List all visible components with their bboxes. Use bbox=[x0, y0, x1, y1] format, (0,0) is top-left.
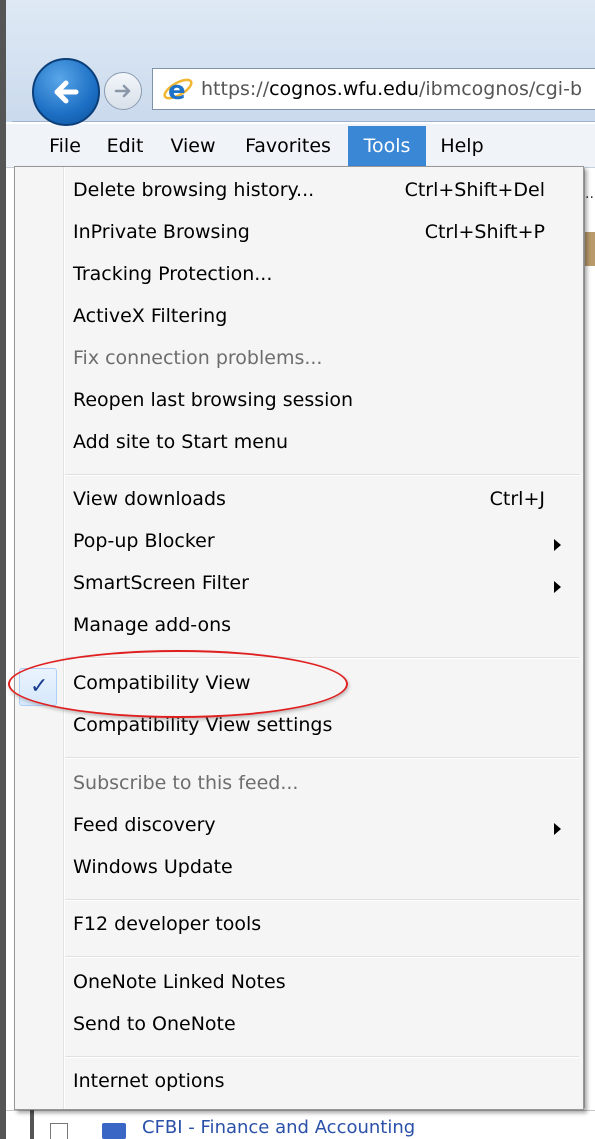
menu-item-label: Manage add-ons bbox=[73, 614, 232, 636]
page-background-strip: ... bbox=[584, 168, 595, 1108]
ellipsis-text: ... bbox=[585, 186, 595, 202]
menu-item-label: ActiveX Filtering bbox=[73, 305, 228, 327]
menubar-help[interactable]: Help bbox=[434, 126, 490, 166]
folder-link[interactable]: CFBI - Finance and Accounting bbox=[142, 1117, 415, 1138]
menu-item-compatibility-view[interactable]: ✓ Compatibility View bbox=[15, 666, 583, 708]
menu-item-label: View downloads bbox=[73, 488, 226, 510]
menu-item-popup-blocker[interactable]: Pop-up Blocker bbox=[15, 524, 583, 566]
menu-item-label: Subscribe to this feed... bbox=[73, 772, 299, 794]
menu-item-label: Reopen last browsing session bbox=[73, 389, 354, 411]
page-background-bottom: CFBI - Finance and Accounting bbox=[6, 1110, 595, 1139]
menu-item-delete-browsing-history[interactable]: Delete browsing history... Ctrl+Shift+De… bbox=[15, 173, 583, 215]
menu-item-manage-addons[interactable]: Manage add-ons bbox=[15, 608, 583, 650]
menu-item-internet-options[interactable]: Internet options bbox=[15, 1064, 583, 1106]
menubar-tools[interactable]: Tools bbox=[348, 126, 426, 166]
menu-item-label: InPrivate Browsing bbox=[73, 221, 250, 243]
forward-button[interactable] bbox=[104, 72, 142, 110]
menu-item-label: Internet options bbox=[73, 1070, 225, 1092]
menu-item-fix-connection-problems: Fix connection problems... bbox=[15, 341, 583, 383]
tools-menu: Delete browsing history... Ctrl+Shift+De… bbox=[14, 166, 584, 1110]
submenu-arrow-icon bbox=[554, 539, 561, 551]
menu-separator bbox=[65, 657, 579, 659]
menu-item-f12-developer-tools[interactable]: F12 developer tools bbox=[15, 907, 583, 949]
menu-item-tracking-protection[interactable]: Tracking Protection... bbox=[15, 257, 583, 299]
menu-item-shortcut: Ctrl+Shift+Del bbox=[404, 179, 545, 201]
menu-item-onenote-linked-notes[interactable]: OneNote Linked Notes bbox=[15, 965, 583, 1007]
forward-arrow-icon bbox=[114, 84, 131, 98]
folder-icon bbox=[102, 1123, 126, 1139]
menu-item-send-to-onenote[interactable]: Send to OneNote bbox=[15, 1007, 583, 1049]
menu-item-label: Compatibility View settings bbox=[73, 714, 333, 736]
submenu-arrow-icon bbox=[554, 581, 561, 593]
row-checkbox[interactable] bbox=[50, 1123, 68, 1139]
svg-text:e: e bbox=[168, 76, 186, 106]
menu-item-label: Windows Update bbox=[73, 856, 233, 878]
menu-item-label: Pop-up Blocker bbox=[73, 530, 215, 552]
menu-separator bbox=[65, 474, 579, 476]
menu-item-label: Tracking Protection... bbox=[73, 263, 273, 285]
menu-item-label: Compatibility View bbox=[73, 672, 251, 694]
menu-item-shortcut: Ctrl+Shift+P bbox=[424, 221, 545, 243]
menu-item-reopen-last-session[interactable]: Reopen last browsing session bbox=[15, 383, 583, 425]
window-left-border bbox=[0, 122, 6, 1139]
menu-item-label: Add site to Start menu bbox=[73, 431, 289, 453]
menu-item-shortcut: Ctrl+J bbox=[489, 488, 545, 510]
menu-bar: File Edit View Favorites Tools Help bbox=[6, 124, 595, 168]
page-banner-fragment bbox=[585, 232, 595, 266]
menubar-edit[interactable]: Edit bbox=[102, 126, 148, 166]
menu-item-windows-update[interactable]: Windows Update bbox=[15, 850, 583, 892]
internet-explorer-icon: e bbox=[163, 76, 193, 106]
check-frame: ✓ bbox=[19, 668, 57, 706]
back-button[interactable] bbox=[32, 58, 100, 126]
menubar-file[interactable]: File bbox=[42, 126, 88, 166]
address-url: https://cognos.wfu.edu/ibmcognos/cgi-b bbox=[201, 78, 583, 100]
address-bar[interactable]: e https://cognos.wfu.edu/ibmcognos/cgi-b bbox=[152, 68, 595, 110]
menu-item-label: Delete browsing history... bbox=[73, 179, 315, 201]
back-arrow-icon bbox=[54, 80, 79, 104]
menu-separator bbox=[65, 956, 579, 958]
menubar-view[interactable]: View bbox=[166, 126, 220, 166]
menu-item-label: Fix connection problems... bbox=[73, 347, 323, 369]
menu-item-label: OneNote Linked Notes bbox=[73, 971, 286, 993]
checkmark-icon: ✓ bbox=[30, 674, 49, 699]
menu-item-label: SmartScreen Filter bbox=[73, 572, 249, 594]
menu-item-subscribe-to-feed: Subscribe to this feed... bbox=[15, 766, 583, 808]
menu-item-compatibility-view-settings[interactable]: Compatibility View settings bbox=[15, 708, 583, 750]
menu-item-label: F12 developer tools bbox=[73, 913, 262, 935]
menu-separator bbox=[65, 757, 579, 759]
menu-item-label: Send to OneNote bbox=[73, 1013, 236, 1035]
menu-item-activex-filtering[interactable]: ActiveX Filtering bbox=[15, 299, 583, 341]
menu-item-smartscreen-filter[interactable]: SmartScreen Filter bbox=[15, 566, 583, 608]
menu-separator bbox=[65, 1056, 579, 1058]
menu-item-view-downloads[interactable]: View downloads Ctrl+J bbox=[15, 482, 583, 524]
menu-item-label: Feed discovery bbox=[73, 814, 216, 836]
chrome-divider bbox=[12, 121, 595, 122]
menubar-favorites[interactable]: Favorites bbox=[238, 126, 338, 166]
menu-item-inprivate-browsing[interactable]: InPrivate Browsing Ctrl+Shift+P bbox=[15, 215, 583, 257]
menu-item-add-site-to-start[interactable]: Add site to Start menu bbox=[15, 425, 583, 467]
submenu-arrow-icon bbox=[554, 823, 561, 835]
menu-item-feed-discovery[interactable]: Feed discovery bbox=[15, 808, 583, 850]
menu-separator bbox=[65, 899, 579, 901]
